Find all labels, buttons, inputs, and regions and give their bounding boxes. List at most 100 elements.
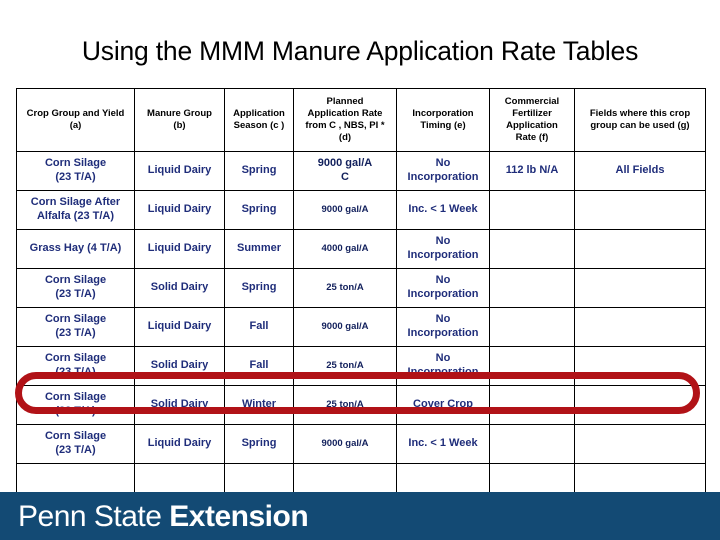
header-text-line: Crop Group and Yield bbox=[26, 107, 125, 119]
cell-text-line: Liquid Dairy bbox=[147, 203, 212, 216]
cell-text-line: No bbox=[435, 235, 451, 248]
cell-text-line: Liquid Dairy bbox=[147, 242, 212, 255]
header-text-line: Application bbox=[233, 107, 285, 119]
fields-cell bbox=[574, 424, 706, 464]
season-cell: Fall bbox=[224, 346, 294, 386]
fertilizer-rate-cell bbox=[489, 268, 575, 308]
crop-group-cell: Corn Silage (23 T/A) bbox=[16, 385, 135, 425]
crop-group-cell: Corn Silage (23 T/A) bbox=[16, 268, 135, 308]
header-text-line: Planned bbox=[326, 95, 364, 107]
season-cell: Fall bbox=[224, 307, 294, 347]
header-text-line: (d) bbox=[338, 132, 352, 144]
manure-group-cell: Liquid Dairy bbox=[134, 151, 225, 191]
incorporation-cell: Cover Crop bbox=[396, 385, 490, 425]
table-row: Corn Silage After Alfalfa (23 T/A) Liquid … bbox=[16, 190, 706, 230]
crop-group-cell: Grass Hay (4 T/A) bbox=[16, 229, 135, 269]
cell-text-line: Incorporation bbox=[407, 288, 479, 300]
table-row: Corn Silage (23 T/A) Solid Dairy Spring 25 t… bbox=[16, 268, 706, 308]
cell-text-line: Incorporation bbox=[407, 249, 479, 261]
crop-group-cell: Corn Silage (23 T/A) bbox=[16, 346, 135, 386]
cell-text-line: Corn Silage bbox=[44, 157, 107, 170]
cell-text-line: (23 T/A) bbox=[55, 405, 96, 417]
fields-cell bbox=[574, 268, 706, 308]
cell-text-line: Inc. < 1 Week bbox=[408, 203, 478, 216]
cell-text-line: Solid Dairy bbox=[150, 359, 209, 372]
cell-text-line: Corn Silage After bbox=[30, 196, 121, 209]
fields-cell bbox=[574, 229, 706, 269]
header-text-line: Application Rate bbox=[307, 107, 383, 119]
manure-group-cell: Solid Dairy bbox=[134, 346, 225, 386]
page-title: Using the MMM Manure Application Rate Ta… bbox=[81, 36, 639, 66]
manure-rate-table-container: Crop Group and Yield (a) Manure Group (b) Ap… bbox=[16, 88, 706, 505]
cell-text-line: (23 T/A) bbox=[55, 366, 96, 378]
cell-text-line: 25 ton/A bbox=[326, 399, 364, 411]
cell-text-line: (23 T/A) bbox=[55, 327, 96, 339]
cell-text-line: Inc. < 1 Week bbox=[408, 437, 478, 450]
cell-text-line: 9000 gal/A bbox=[317, 157, 373, 170]
cell-text-line: Solid Dairy bbox=[150, 398, 209, 411]
cell-text-line: No bbox=[435, 157, 451, 170]
fertilizer-rate-cell bbox=[489, 424, 575, 464]
planned-rate-cell: 4000 gal/A bbox=[293, 229, 397, 269]
planned-rate-cell: 9000 gal/A bbox=[293, 190, 397, 230]
manure-group-cell: Liquid Dairy bbox=[134, 307, 225, 347]
cell-text-line: Spring bbox=[241, 437, 277, 450]
incorporation-cell: Inc. < 1 Week bbox=[396, 424, 490, 464]
cell-text-line: 25 ton/A bbox=[326, 360, 364, 372]
cell-text-line: Solid Dairy bbox=[150, 281, 209, 294]
fields-cell bbox=[574, 307, 706, 347]
header-text-line: from C , NBS, PI * bbox=[305, 120, 385, 131]
footer-bar: Penn State Extension bbox=[0, 492, 720, 540]
season-cell: Spring bbox=[224, 151, 294, 191]
cell-text-line: Liquid Dairy bbox=[147, 164, 212, 177]
header-text-line: Manure Group bbox=[147, 107, 212, 119]
table-row: Corn Silage (23 T/A) Solid Dairy Fall 25 ton… bbox=[16, 346, 706, 386]
header-text-line: Fertilizer bbox=[512, 107, 552, 119]
table-column-header-3: Planned Application Rate from C , NBS, PI … bbox=[293, 88, 397, 152]
cell-text-line: Cover Crop bbox=[413, 398, 473, 411]
cell-text-line: Corn Silage bbox=[44, 391, 107, 404]
season-cell: Spring bbox=[224, 268, 294, 308]
planned-rate-cell: 25 ton/A bbox=[293, 385, 397, 425]
cell-text-line: Incorporation bbox=[407, 171, 479, 183]
cell-text-line: Corn Silage bbox=[44, 430, 107, 443]
cell-text-line: No bbox=[435, 313, 451, 326]
fertilizer-rate-cell: 112 lb N/A bbox=[489, 151, 575, 191]
incorporation-cell: No Incorporation bbox=[396, 151, 490, 191]
table-row: Grass Hay (4 T/A) Liquid Dairy Summer 4000 … bbox=[16, 229, 706, 269]
planned-rate-cell: 25 ton/A bbox=[293, 268, 397, 308]
header-text-line: Incorporation bbox=[412, 107, 474, 119]
header-text-line: Application bbox=[506, 120, 558, 131]
cell-text-line: Spring bbox=[241, 203, 277, 216]
cell-text-line: 9000 gal/A bbox=[321, 321, 369, 333]
manure-group-cell: Solid Dairy bbox=[134, 268, 225, 308]
cell-text-line: Incorporation bbox=[407, 327, 479, 339]
planned-rate-cell: 25 ton/A bbox=[293, 346, 397, 386]
cell-text-line: C bbox=[341, 171, 349, 183]
fields-cell bbox=[574, 385, 706, 425]
cell-text-line: No bbox=[435, 274, 451, 287]
table-column-header-1: Manure Group (b) bbox=[134, 88, 225, 152]
fields-cell: All Fields bbox=[574, 151, 706, 191]
brand-regular-text: Penn State bbox=[18, 500, 170, 533]
table-row: Corn Silage (23 T/A) Liquid Dairy Spring 900… bbox=[16, 151, 706, 191]
planned-rate-cell: 9000 gal/A bbox=[293, 424, 397, 464]
cell-text-line: Fall bbox=[249, 359, 269, 372]
header-text-line: Season (c ) bbox=[233, 120, 285, 131]
cell-text-line: 9000 gal/A bbox=[321, 438, 369, 450]
cell-text-line: 25 ton/A bbox=[326, 282, 364, 294]
fertilizer-rate-cell bbox=[489, 385, 575, 425]
fertilizer-rate-cell bbox=[489, 190, 575, 230]
crop-group-cell: Corn Silage (23 T/A) bbox=[16, 307, 135, 347]
cell-text-line: Corn Silage bbox=[44, 352, 107, 365]
incorporation-cell: No Incorporation bbox=[396, 268, 490, 308]
table-column-header-4: Incorporation Timing (e) bbox=[396, 88, 490, 152]
incorporation-cell: Inc. < 1 Week bbox=[396, 190, 490, 230]
cell-text-line: Spring bbox=[241, 164, 277, 177]
cell-text-line: Spring bbox=[241, 281, 277, 294]
penn-state-extension-logo: Penn State Extension bbox=[18, 500, 309, 534]
header-text-line: group can be used (g) bbox=[590, 120, 690, 131]
cell-text-line: (23 T/A) bbox=[55, 288, 96, 300]
fields-cell bbox=[574, 190, 706, 230]
header-text-line: (a) bbox=[69, 120, 82, 131]
